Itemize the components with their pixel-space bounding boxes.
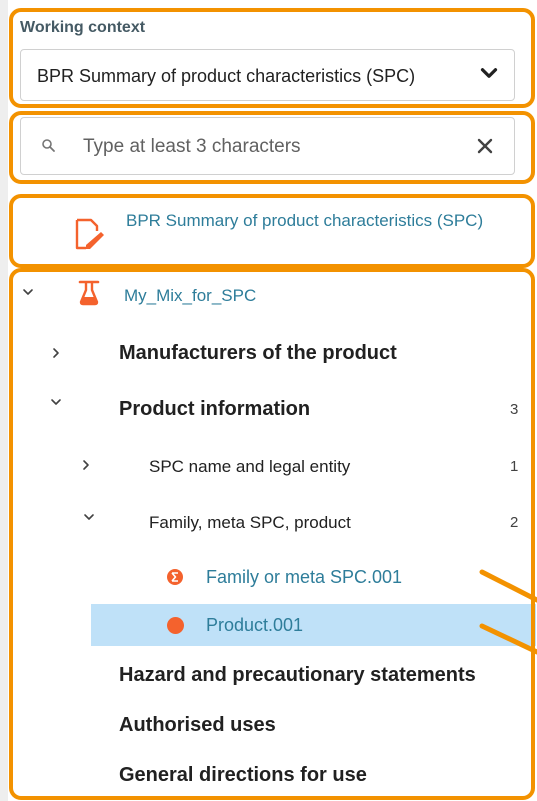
left-rail — [0, 0, 8, 801]
highlight-search — [9, 111, 535, 184]
highlight-document — [9, 194, 535, 268]
highlight-working-context — [9, 8, 535, 108]
callout-lines — [479, 569, 537, 655]
highlight-tree — [9, 268, 535, 800]
